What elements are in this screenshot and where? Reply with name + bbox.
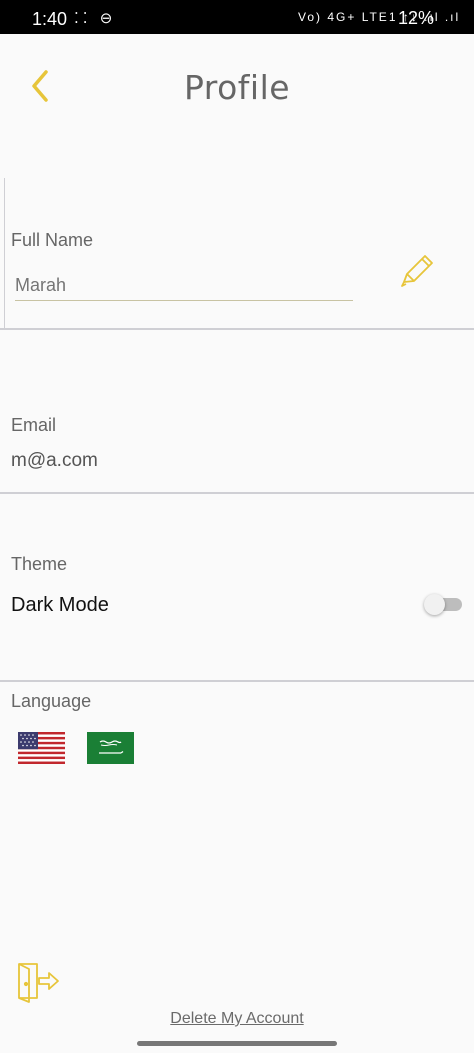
- gesture-navigation-bar[interactable]: [137, 1041, 337, 1046]
- full-name-label: Full Name: [11, 230, 94, 250]
- delete-account-link[interactable]: Delete My Account: [0, 1010, 474, 1028]
- divider: [0, 680, 474, 682]
- dark-mode-toggle[interactable]: [424, 594, 462, 615]
- status-notification-icons: ⁚⁚ ⊖: [74, 10, 117, 27]
- language-arabic-button[interactable]: [87, 732, 134, 764]
- section-edge: [0, 178, 5, 328]
- page-title: Profile: [183, 68, 291, 107]
- app-header: Profile: [0, 34, 474, 144]
- language-english-button[interactable]: [18, 732, 65, 764]
- pencil-icon: [401, 255, 433, 287]
- edit-name-button[interactable]: [398, 252, 436, 290]
- logout-button[interactable]: [15, 958, 61, 1004]
- email-value: m@a.com: [11, 450, 98, 471]
- logout-door-icon: [18, 963, 59, 1003]
- dark-mode-label: Dark Mode: [11, 594, 109, 616]
- battery-level: 12%: [398, 8, 435, 28]
- toggle-thumb: [424, 594, 445, 615]
- saudi-flag-icon: [87, 732, 134, 764]
- full-name-input[interactable]: [15, 270, 353, 301]
- status-time: 1:40: [32, 9, 68, 29]
- status-bar: 1:40 ⁚⁚ ⊖ Vo) 4G+ LTE1 ↑↓ .ıl .ıl 12%: [0, 0, 474, 34]
- divider: [0, 492, 474, 494]
- us-flag-icon: [18, 732, 65, 764]
- email-label: Email: [11, 415, 57, 435]
- language-label: Language: [11, 691, 92, 711]
- divider: [0, 328, 474, 330]
- signal-icons: Vo) 4G+ LTE1 ↑↓ .ıl .ıl: [298, 10, 461, 24]
- theme-label: Theme: [11, 554, 68, 574]
